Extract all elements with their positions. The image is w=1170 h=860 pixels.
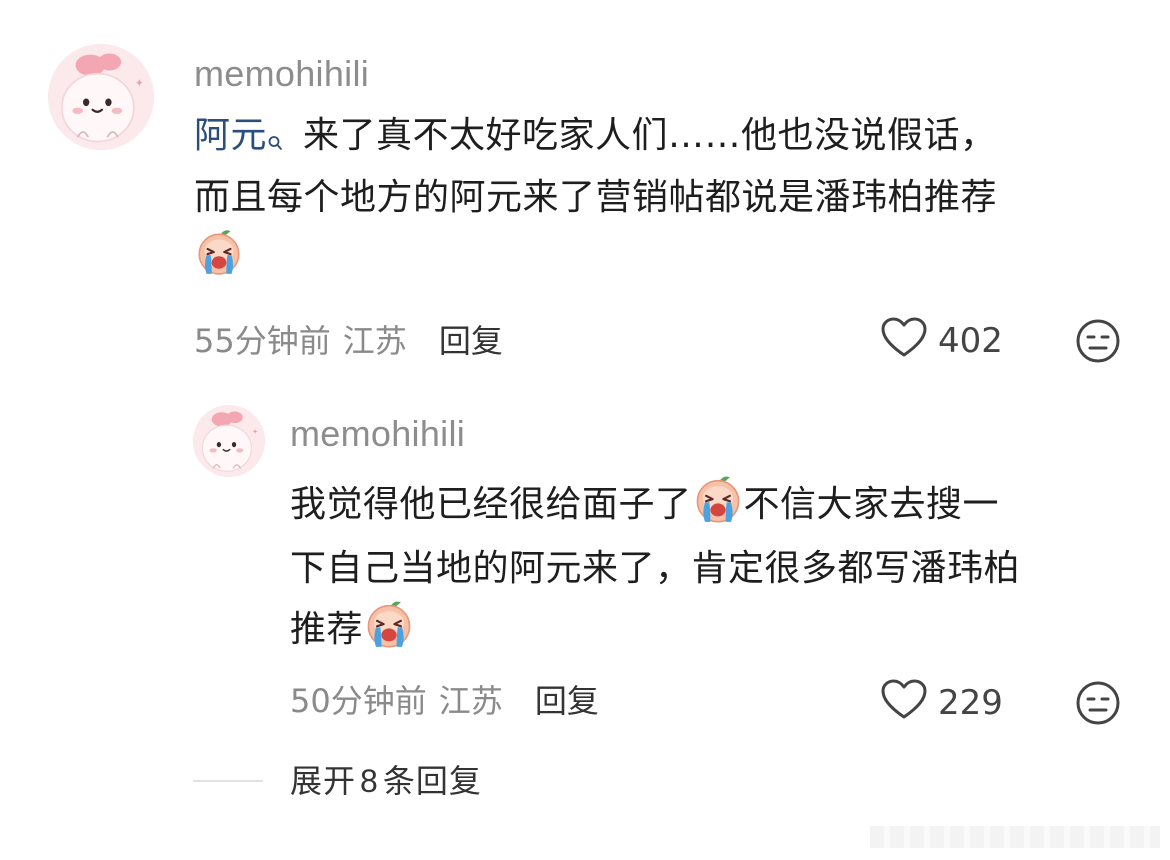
- comment-text: 阿元 来了真不太好吃家人们……他也没说假话， 而且每个地方的阿元来了营销帖都说是…: [194, 108, 997, 293]
- reply-dislike-button[interactable]: [1075, 680, 1121, 726]
- reply-meta: 50分钟前 江苏 回复: [290, 678, 599, 724]
- expand-count: 8: [360, 763, 379, 799]
- reply-text-line2: 下自己当地的阿元来了，肯定很多都写潘玮柏: [290, 548, 1021, 589]
- expand-label-post: 条回复: [382, 762, 482, 800]
- crying-face-emoji-icon: [363, 597, 415, 666]
- watermark: [870, 826, 1160, 848]
- comment-text-line2: 而且每个地方的阿元来了营销帖都说是潘玮柏推荐: [194, 177, 998, 218]
- reply-button[interactable]: 回复: [439, 322, 503, 360]
- dislike-button[interactable]: [1075, 318, 1121, 364]
- reply-text-line1b: 不信大家去搜一: [743, 484, 1000, 525]
- mention-link[interactable]: 阿元: [194, 115, 291, 156]
- crying-face-emoji-icon: [194, 226, 244, 293]
- unamused-face-icon: [1075, 681, 1121, 730]
- heart-outline-icon: [880, 316, 928, 367]
- reply-username[interactable]: memohihili: [290, 412, 465, 456]
- reply-text-line1a: 我觉得他已经很给面子了: [290, 484, 692, 525]
- comment-meta: 55分钟前 江苏 回复: [194, 318, 503, 364]
- comment-text-line1: 来了真不太好吃家人们……他也没说假话，: [291, 115, 997, 156]
- expand-replies-button[interactable]: 展开 8 条回复: [290, 758, 482, 804]
- expand-label-pre: 展开: [290, 762, 357, 800]
- reply-location: 江苏: [438, 682, 503, 720]
- avatar[interactable]: [48, 44, 154, 150]
- crying-face-emoji-icon: [692, 472, 744, 541]
- comment-username[interactable]: memohihili: [194, 52, 369, 96]
- unamused-face-icon: [1075, 319, 1121, 368]
- reply-time: 50分钟前: [290, 682, 427, 720]
- reply-text-line3: 推荐: [290, 609, 364, 650]
- reply-like-count: 229: [938, 683, 1003, 723]
- heart-outline-icon: [880, 678, 928, 729]
- search-icon: [267, 114, 283, 170]
- reply-like-button[interactable]: 229: [880, 678, 1003, 729]
- reply-text: 我觉得他已经很给面子了 不信大家去搜一 下自己当地的阿元来了，肯定很多都写潘玮柏 …: [290, 472, 1020, 666]
- reply-reply-button[interactable]: 回复: [535, 682, 599, 720]
- comment-location: 江苏: [342, 322, 407, 360]
- comment-time: 55分钟前: [194, 322, 331, 360]
- reply-avatar[interactable]: [193, 405, 265, 477]
- like-button[interactable]: 402: [880, 316, 1003, 367]
- like-count: 402: [938, 321, 1003, 361]
- expand-divider: [193, 780, 263, 782]
